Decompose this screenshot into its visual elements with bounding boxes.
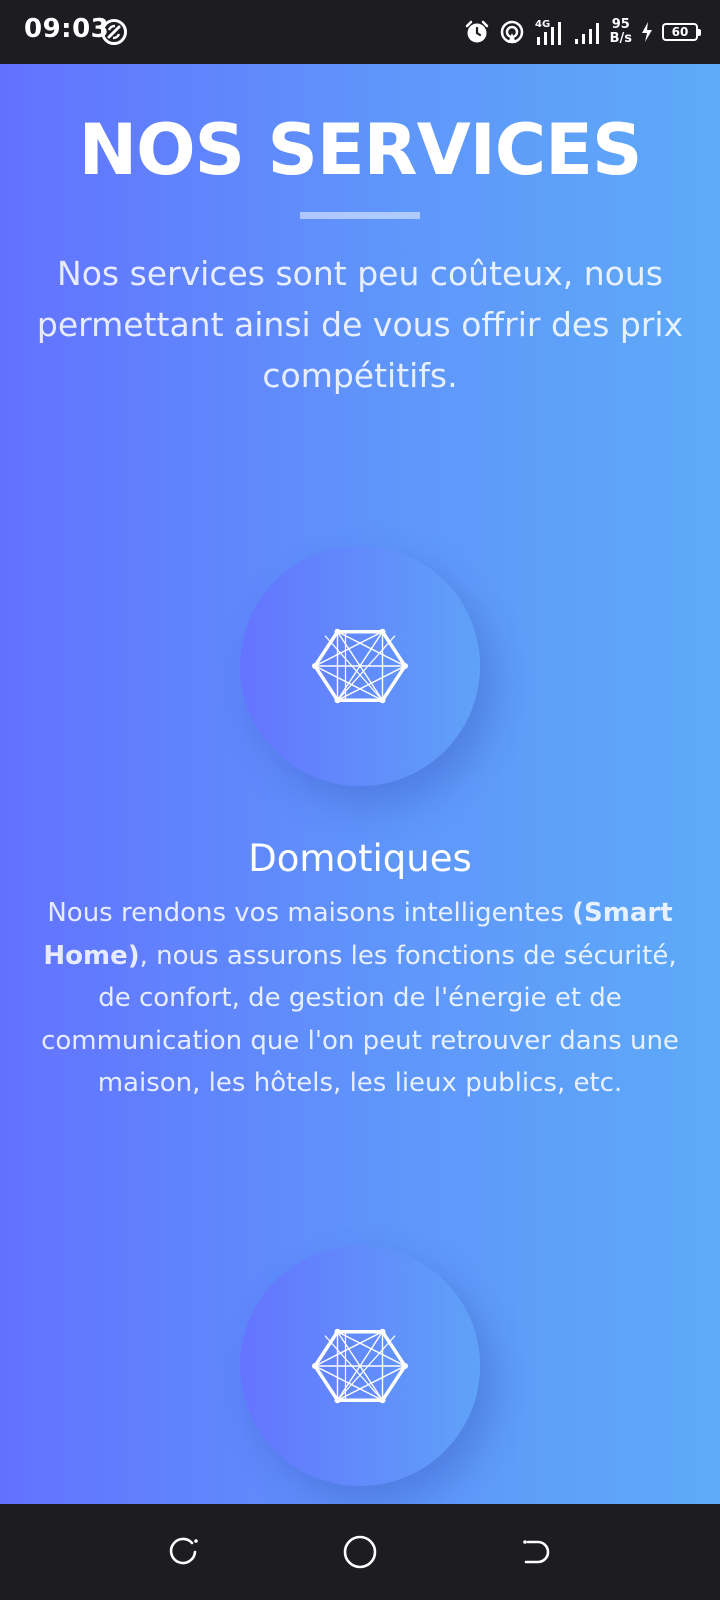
title-divider (300, 212, 420, 219)
auto-sync-icon (100, 18, 128, 46)
alarm-icon (464, 19, 490, 45)
intro-text: Nos services sont peu coûteux, nous perm… (36, 254, 684, 395)
status-bar: 09:03 4G 95 B/s 60 (0, 0, 720, 64)
battery-icon: 60 (662, 23, 701, 41)
battery-level: 60 (671, 25, 689, 39)
back-icon[interactable] (518, 1534, 554, 1570)
service-description-text: Nous rendons vos maisons intelligentes (47, 898, 573, 928)
service-title: Domotiques (248, 837, 472, 880)
page-title: NOS SERVICES (78, 109, 643, 191)
network-speed-unit: B/s (609, 31, 632, 46)
phone-screen: 09:03 4G 95 B/s 60 NOS SERVICES Nos serv… (0, 0, 720, 1600)
service-icon-circle (240, 546, 480, 786)
hexagon-network-icon (312, 1328, 408, 1404)
home-icon[interactable] (342, 1534, 378, 1570)
hexagon-network-icon (312, 628, 408, 704)
hotspot-icon (499, 19, 525, 45)
status-time: 09:03 (24, 14, 110, 44)
status-icons: 4G 95 B/s 60 (464, 14, 701, 50)
network-type-label: 4G (535, 19, 550, 30)
signal-icon (573, 19, 601, 45)
charging-icon (641, 21, 653, 43)
network-speed-value: 95 (611, 17, 630, 32)
signal-4g-icon: 4G (534, 17, 564, 47)
service-icon-circle-2 (240, 1246, 480, 1486)
navigation-bar (0, 1504, 720, 1600)
network-speed: 95 B/s (610, 18, 632, 46)
services-section: NOS SERVICES Nos services sont peu coûte… (0, 64, 720, 1504)
recent-apps-icon[interactable] (166, 1534, 202, 1570)
service-description: Nous rendons vos maisons intelligentes (… (40, 892, 680, 1105)
